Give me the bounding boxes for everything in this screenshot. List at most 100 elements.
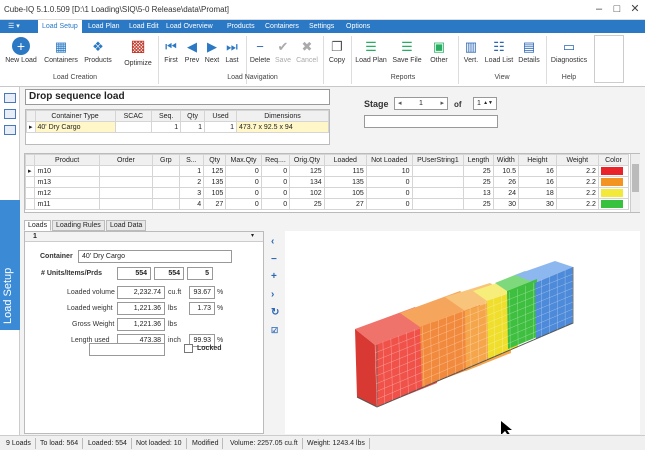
col-color[interactable]: Color (597, 154, 630, 166)
copy-button[interactable]: ❐ Copy (325, 39, 349, 64)
rotate-icon[interactable]: ↻ (271, 307, 279, 318)
container-field[interactable]: 40' Dry Cargo (78, 250, 232, 263)
spin-icon[interactable]: ▲▼ (483, 98, 493, 109)
cell-s[interactable]: 4 (178, 198, 205, 210)
cell-order[interactable] (98, 187, 154, 199)
cell-puserstring1[interactable] (411, 198, 465, 210)
optimize-button[interactable]: ▩ Optimize (120, 36, 156, 67)
cell-max-qty[interactable]: 0 (225, 165, 262, 177)
cell-color[interactable] (597, 176, 630, 188)
cancel-button[interactable]: ✖ Cancel (294, 39, 320, 64)
load-3d-view[interactable] (285, 231, 640, 437)
col-order[interactable]: Order (98, 154, 154, 166)
cell-grp[interactable] (152, 165, 180, 177)
other-button[interactable]: ▣ Other (424, 39, 454, 64)
ribbon-extra-panel[interactable] (594, 35, 624, 83)
col-weight[interactable]: Weight (555, 154, 599, 166)
maximize-icon[interactable]: □ (608, 1, 626, 17)
table-row[interactable]: ▸ m10 1 125 0 0 125 115 10 25 10.5 16 2.2 (24, 165, 630, 177)
col-container-type[interactable]: Container Type (34, 110, 116, 122)
new-load-button[interactable]: + New Load (4, 36, 38, 64)
cell-not-loaded[interactable]: 0 (365, 187, 413, 199)
cell-height[interactable]: 16 (518, 165, 557, 177)
col-max-qty[interactable]: Max.Qty (225, 154, 262, 166)
stage-input[interactable]: ◂ 1 ▸ (394, 97, 448, 110)
col-width[interactable]: Width (492, 154, 520, 166)
containers-button[interactable]: ▦ Containers (42, 39, 80, 64)
load-setup-side-tab[interactable]: Load Setup (0, 200, 20, 330)
overview-icon[interactable] (4, 125, 16, 135)
tab-load-setup[interactable]: Load Setup (38, 20, 82, 33)
cell-height[interactable]: 18 (518, 187, 557, 199)
tab-loading-rules[interactable]: Loading Rules (52, 220, 105, 231)
chevron-left-icon[interactable]: ‹ (271, 236, 274, 247)
cell-color[interactable] (597, 198, 630, 210)
tab-load-data[interactable]: Load Data (106, 220, 147, 231)
setup-icon[interactable] (4, 93, 16, 103)
cell-req[interactable]: 0 (260, 187, 291, 199)
cell-qty[interactable]: 125 (203, 165, 227, 177)
cell-puserstring1[interactable] (411, 165, 465, 177)
cell-product[interactable]: m11 (34, 198, 100, 210)
cell-width[interactable]: 26 (492, 176, 520, 188)
cell-orig-qty[interactable]: 134 (289, 176, 325, 188)
cell-color[interactable] (597, 187, 630, 199)
col-qty[interactable]: Qty (180, 110, 205, 122)
cell-puserstring1[interactable] (411, 187, 465, 199)
cell-s[interactable]: 3 (178, 187, 205, 199)
cell-loaded[interactable]: 115 (323, 165, 367, 177)
cell-req[interactable]: 0 (260, 165, 291, 177)
delete-button[interactable]: − Delete (248, 39, 272, 64)
cell-orig-qty[interactable]: 25 (289, 198, 325, 210)
cell-length[interactable]: 13 (463, 187, 494, 199)
products-button[interactable]: ❖ Products (82, 39, 114, 64)
units-field[interactable]: 554 (117, 267, 151, 280)
cell-product[interactable]: m10 (34, 165, 100, 177)
checkbox-icon[interactable]: ☑ (271, 326, 278, 335)
tab-settings[interactable]: Settings (305, 20, 338, 33)
cell-color[interactable] (597, 165, 630, 177)
cell-weight[interactable]: 2.2 (555, 187, 599, 199)
cell-grp[interactable] (152, 176, 180, 188)
cell-orig-qty[interactable]: 125 (289, 165, 325, 177)
zoom-in-icon[interactable]: + (271, 271, 277, 282)
next-button[interactable]: ▶ Next (202, 39, 222, 64)
cell-puserstring1[interactable] (411, 176, 465, 188)
stage-total-input[interactable]: 1 ▲▼ (473, 97, 497, 110)
minimize-icon[interactable]: – (590, 1, 608, 17)
locked-checkbox[interactable] (184, 344, 193, 353)
col-used[interactable]: Used (204, 110, 237, 122)
cell-loaded[interactable]: 135 (323, 176, 367, 188)
tab-loads[interactable]: Loads (24, 220, 52, 231)
cell-s[interactable]: 1 (178, 165, 205, 177)
cell-max-qty[interactable]: 0 (225, 176, 262, 188)
table-scrollbar[interactable] (630, 154, 640, 212)
cell-req[interactable]: 0 (260, 176, 291, 188)
stage-prev-icon[interactable]: ◂ (398, 98, 402, 109)
cell-width[interactable]: 10.5 (492, 165, 520, 177)
cell-req[interactable]: 0 (260, 198, 291, 210)
cell-qty[interactable]: 105 (203, 187, 227, 199)
app-menu-icon[interactable]: ☰ ▾ (4, 20, 30, 33)
cell-width[interactable]: 24 (492, 187, 520, 199)
load-plan-button[interactable]: ☰ Load Plan (353, 39, 389, 64)
cell-not-loaded[interactable]: 10 (365, 165, 413, 177)
col-height[interactable]: Height (518, 154, 557, 166)
load-title-field[interactable]: Drop sequence load (25, 89, 330, 105)
cell-grp[interactable] (152, 187, 180, 199)
cell-grp[interactable] (152, 198, 180, 210)
cell-max-qty[interactable]: 0 (225, 187, 262, 199)
zoom-out-icon[interactable]: − (271, 254, 277, 265)
load-list-button[interactable]: ☷ Load List (483, 39, 515, 64)
items-field[interactable]: 554 (154, 267, 184, 280)
tab-load-edit[interactable]: Load Edit (125, 20, 163, 33)
col-qty[interactable]: Qty (203, 154, 227, 166)
cell-weight[interactable]: 2.2 (555, 198, 599, 210)
cell-loaded[interactable]: 105 (323, 187, 367, 199)
first-button[interactable]: ⏮ First (160, 39, 182, 64)
col-grp[interactable]: Grp (152, 154, 180, 166)
save-file-button[interactable]: ☰ Save File (390, 39, 424, 64)
diagnostics-button[interactable]: ▭ Diagnostics (548, 39, 590, 64)
tab-load-plan[interactable]: Load Plan (84, 20, 124, 33)
cell-qty[interactable]: 27 (203, 198, 227, 210)
